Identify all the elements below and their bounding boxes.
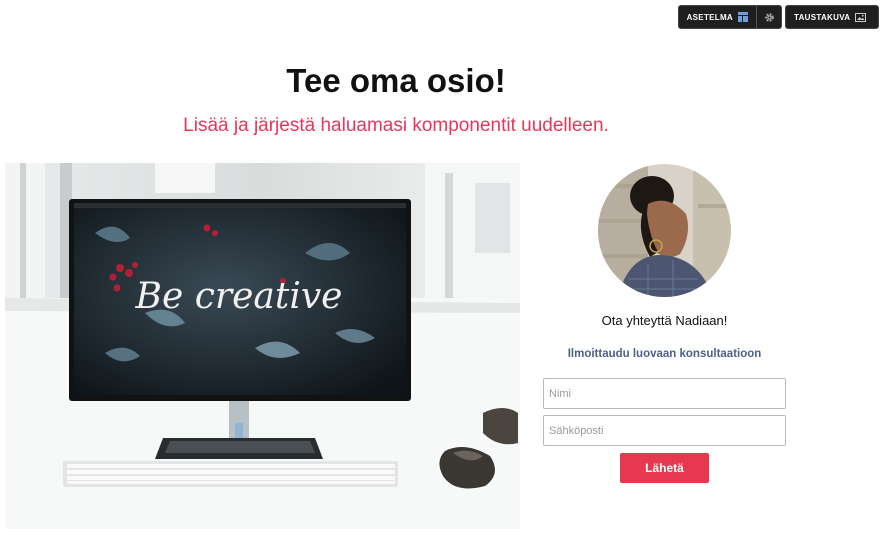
settings-button[interactable]	[757, 6, 781, 28]
submit-button[interactable]: Lähetä	[620, 453, 709, 483]
section-subtitle: Lisää ja järjestä haluamasi komponentit …	[183, 115, 609, 136]
avatar	[598, 164, 731, 297]
editor-toolbar: ASETELMA TAUSTAKUVA	[677, 5, 879, 29]
layout-icon	[738, 12, 748, 22]
desk-illustration: Be creative	[5, 163, 520, 529]
background-button-label: TAUSTAKUVA	[794, 12, 851, 22]
contact-greeting: Ota yhteyttä Nadiaan!	[601, 313, 728, 328]
screen-lettering: Be creative	[135, 276, 343, 317]
section-title: Tee oma osio!	[286, 62, 506, 99]
background-image-button[interactable]: TAUSTAKUVA	[786, 6, 878, 28]
hero-image: Be creative	[5, 163, 520, 529]
consultation-link[interactable]: Ilmoittaudu luovaan konsultaatioon	[543, 348, 786, 360]
background-toolbar-group: TAUSTAKUVA	[785, 5, 879, 29]
layout-button[interactable]: ASETELMA	[679, 6, 756, 28]
layout-toolbar-group: ASETELMA	[677, 5, 782, 29]
email-field[interactable]	[543, 415, 786, 446]
name-field[interactable]	[543, 378, 786, 409]
layout-button-label: ASETELMA	[686, 12, 733, 22]
image-icon	[855, 12, 867, 22]
portrait-image	[598, 164, 731, 297]
gear-icon	[764, 12, 774, 22]
